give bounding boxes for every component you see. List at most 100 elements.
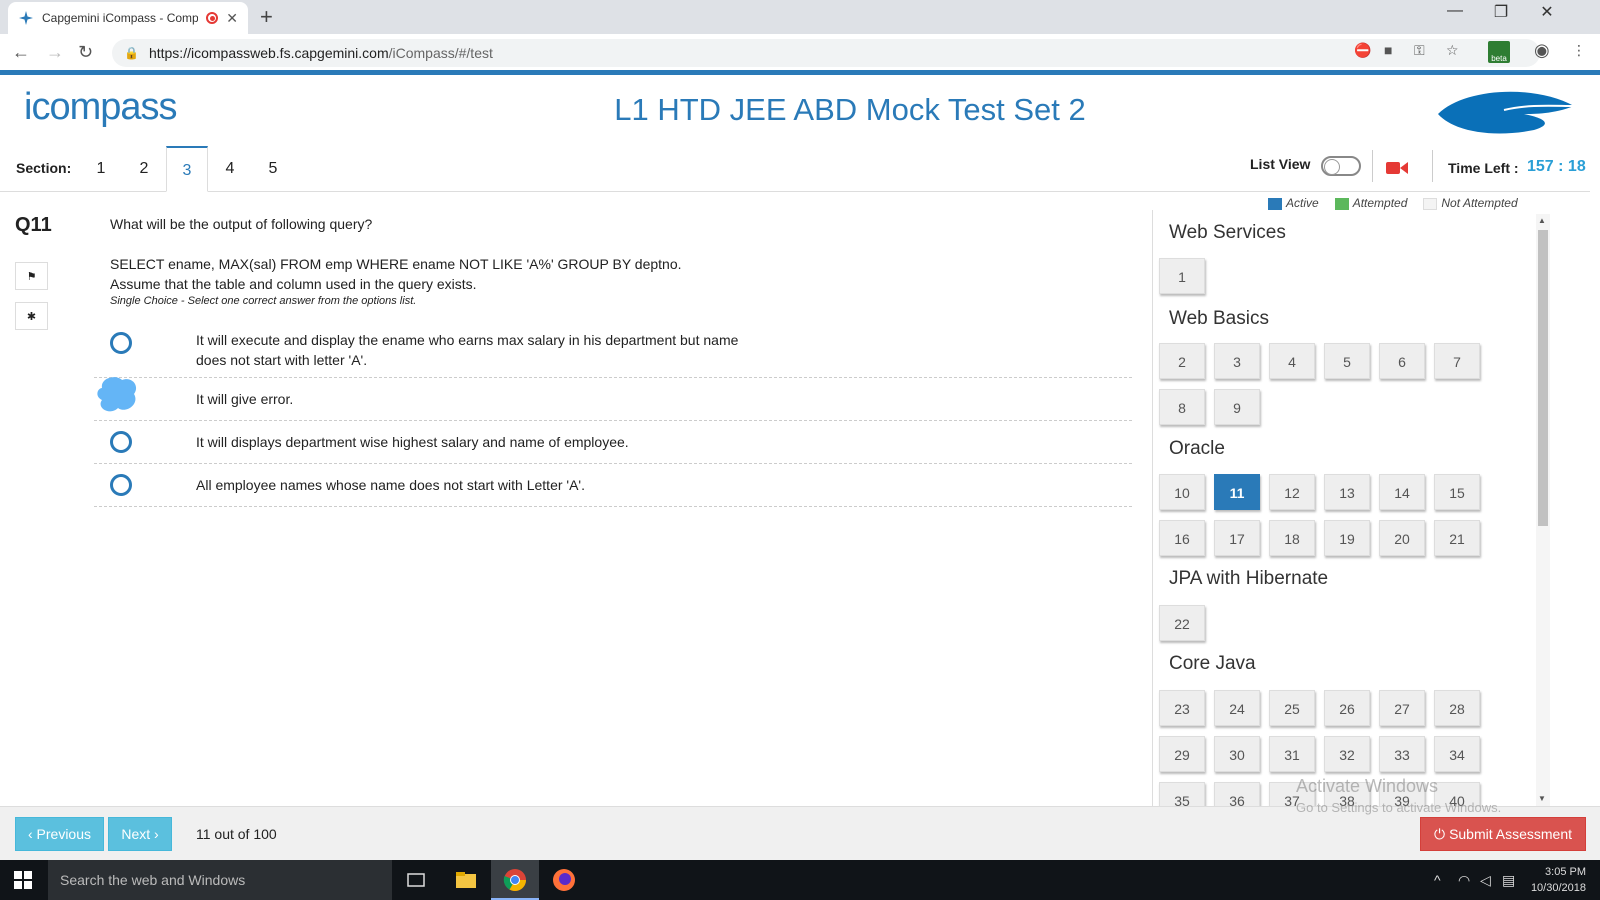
- question-button[interactable]: 30: [1214, 736, 1260, 772]
- navigator-scrollbar[interactable]: ▲ ▼: [1536, 214, 1550, 806]
- group-title: Core Java: [1169, 653, 1256, 674]
- url-input[interactable]: 🔒 https://icompassweb.fs.capgemini.com/i…: [112, 39, 1540, 67]
- question-button[interactable]: 33: [1379, 736, 1425, 772]
- next-button[interactable]: Next ›: [108, 817, 172, 851]
- question-button[interactable]: 17: [1214, 520, 1260, 556]
- extension-beta-icon[interactable]: beta: [1488, 41, 1510, 63]
- question-button[interactable]: 4: [1269, 343, 1315, 379]
- question-button[interactable]: 8: [1159, 389, 1205, 425]
- clock-time: 3:05 PM: [1545, 866, 1586, 878]
- forward-button[interactable]: →: [46, 42, 64, 63]
- question-button[interactable]: 27: [1379, 690, 1425, 726]
- previous-button[interactable]: ‹ Previous: [15, 817, 104, 851]
- question-button[interactable]: 31: [1269, 736, 1315, 772]
- windows-start-icon[interactable]: [14, 871, 32, 889]
- option-radio[interactable]: [110, 474, 132, 496]
- question-button[interactable]: 28: [1434, 690, 1480, 726]
- group-title: Web Basics: [1169, 308, 1269, 329]
- option-3[interactable]: It will displays department wise highest…: [94, 421, 1132, 464]
- question-button[interactable]: 9: [1214, 389, 1260, 425]
- question-button[interactable]: 36: [1214, 782, 1260, 808]
- camera-icon[interactable]: ■: [1384, 42, 1392, 58]
- option-1[interactable]: It will execute and display the ename wh…: [94, 322, 1132, 378]
- scroll-up-icon[interactable]: ▲: [1538, 216, 1546, 225]
- question-button[interactable]: 18: [1269, 520, 1315, 556]
- taskbar-search[interactable]: Search the web and Windows: [48, 860, 392, 900]
- scroll-down-icon[interactable]: ▼: [1538, 794, 1546, 803]
- scrollbar-thumb[interactable]: [1538, 230, 1548, 526]
- task-view-icon[interactable]: [404, 868, 428, 892]
- question-button[interactable]: 6: [1379, 343, 1425, 379]
- question-button[interactable]: 2: [1159, 343, 1205, 379]
- submit-assessment-button[interactable]: ⏻ Submit Assessment: [1420, 817, 1586, 851]
- question-button[interactable]: 14: [1379, 474, 1425, 510]
- question-button[interactable]: 35: [1159, 782, 1205, 808]
- question-button[interactable]: 1: [1159, 258, 1205, 294]
- question-button[interactable]: 24: [1214, 690, 1260, 726]
- header-stripe: [0, 70, 1600, 75]
- flag-button[interactable]: ⚑: [15, 262, 48, 290]
- new-tab-button[interactable]: +: [260, 4, 273, 30]
- volume-icon[interactable]: ◁: [1480, 872, 1491, 889]
- section-tab-2[interactable]: 2: [123, 146, 165, 192]
- status-legend: Active Attempted Not Attempted: [1268, 196, 1518, 210]
- question-button[interactable]: 34: [1434, 736, 1480, 772]
- section-tab-3[interactable]: 3: [166, 146, 208, 192]
- question-button[interactable]: 13: [1324, 474, 1370, 510]
- question-button[interactable]: 5: [1324, 343, 1370, 379]
- question-button[interactable]: 19: [1324, 520, 1370, 556]
- maximize-button[interactable]: ❐: [1478, 2, 1524, 22]
- question-button[interactable]: 29: [1159, 736, 1205, 772]
- question-button[interactable]: 10: [1159, 474, 1205, 510]
- tab-title: Capgemini iCompass - Comp: [42, 11, 199, 25]
- question-button[interactable]: 20: [1379, 520, 1425, 556]
- question-button[interactable]: 26: [1324, 690, 1370, 726]
- page-title: L1 HTD JEE ABD Mock Test Set 2: [614, 92, 1086, 127]
- taskbar-clock[interactable]: 3:05 PM 10/30/2018: [1526, 864, 1586, 896]
- tray-expand-icon[interactable]: ^: [1434, 872, 1441, 888]
- section-tab-5[interactable]: 5: [252, 146, 294, 192]
- reload-button[interactable]: ↻: [78, 42, 93, 63]
- file-explorer-icon[interactable]: [454, 868, 478, 892]
- option-2[interactable]: It will give error.: [94, 378, 1132, 421]
- question-button-active[interactable]: 11: [1214, 474, 1260, 510]
- report-bug-button[interactable]: ✱: [15, 302, 48, 330]
- firefox-icon[interactable]: [552, 868, 576, 892]
- blocked-content-icon[interactable]: ⛔: [1354, 42, 1371, 59]
- group-title: Oracle: [1169, 438, 1225, 459]
- browser-tab[interactable]: Capgemini iCompass - Comp ✕: [8, 2, 248, 34]
- wifi-icon[interactable]: ◠: [1458, 872, 1470, 889]
- key-icon[interactable]: ⚿: [1414, 42, 1425, 59]
- question-button[interactable]: 21: [1434, 520, 1480, 556]
- clock-date: 10/30/2018: [1530, 882, 1586, 894]
- question-button[interactable]: 15: [1434, 474, 1480, 510]
- menu-icon[interactable]: ⋮: [1572, 42, 1586, 59]
- option-text: It will displays department wise highest…: [196, 434, 629, 450]
- minimize-button[interactable]: —: [1432, 2, 1478, 20]
- question-button[interactable]: 32: [1324, 736, 1370, 772]
- option-radio[interactable]: [110, 431, 132, 453]
- question-counter: 11 out of 100: [196, 826, 277, 842]
- option-4[interactable]: All employee names whose name does not s…: [94, 464, 1132, 507]
- profile-icon[interactable]: ◉: [1534, 40, 1550, 61]
- legend-attempted-label: Attempted: [1352, 196, 1408, 210]
- question-button[interactable]: 23: [1159, 690, 1205, 726]
- list-view-toggle[interactable]: [1321, 156, 1361, 176]
- question-button[interactable]: 3: [1214, 343, 1260, 379]
- question-button[interactable]: 12: [1269, 474, 1315, 510]
- chrome-icon[interactable]: [503, 868, 527, 892]
- section-tab-1[interactable]: 1: [80, 146, 122, 192]
- question-button[interactable]: 7: [1434, 343, 1480, 379]
- back-button[interactable]: ←: [12, 42, 30, 63]
- question-button[interactable]: 25: [1269, 690, 1315, 726]
- star-icon[interactable]: ☆: [1446, 42, 1459, 59]
- question-button[interactable]: 16: [1159, 520, 1205, 556]
- selected-option-marker: [97, 377, 137, 412]
- option-text: It will give error.: [196, 391, 294, 407]
- question-button[interactable]: 22: [1159, 605, 1205, 641]
- notifications-icon[interactable]: ▤: [1502, 872, 1515, 889]
- close-window-button[interactable]: ✕: [1524, 2, 1570, 22]
- option-radio[interactable]: [110, 332, 132, 354]
- section-tab-4[interactable]: 4: [209, 146, 251, 192]
- close-tab-icon[interactable]: ✕: [226, 10, 238, 27]
